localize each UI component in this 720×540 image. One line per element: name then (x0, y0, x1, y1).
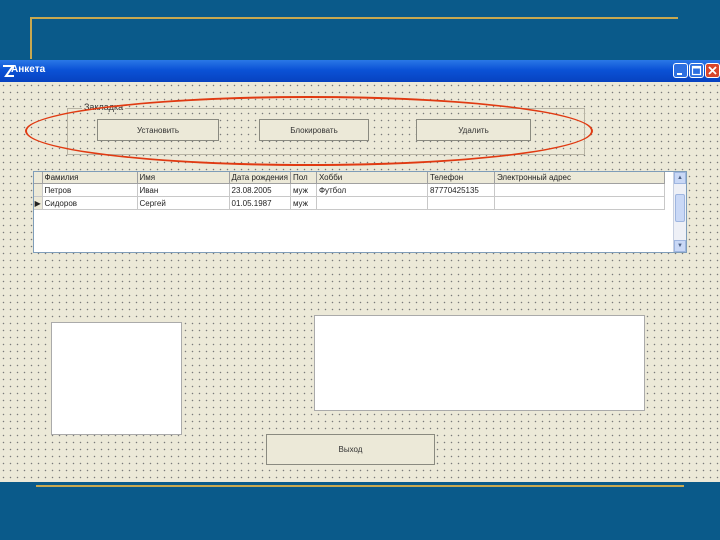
close-icon (708, 66, 717, 75)
table-row[interactable]: ▶ Сидоров Сергей 01.05.1987 муж (34, 196, 665, 210)
column-header[interactable]: Хобби (316, 172, 428, 184)
maximize-icon (691, 65, 702, 76)
exit-button[interactable]: Выход (266, 434, 435, 465)
grid-header-row: Фамилия Имя Дата рождения Пол Хобби Теле… (34, 172, 665, 184)
table-cell[interactable]: Сидоров (42, 196, 138, 210)
form-client-area: Закладка Установить Блокировать Удалить … (0, 82, 720, 482)
photo-panel (51, 322, 182, 435)
table-cell[interactable]: 23.08.2005 (229, 183, 291, 197)
grid-table: Фамилия Имя Дата рождения Пол Хобби Теле… (34, 172, 665, 210)
slide-top-line (30, 17, 678, 19)
current-row-indicator[interactable]: ▶ (34, 196, 43, 210)
scroll-up-arrow-icon[interactable]: ▲ (674, 172, 686, 184)
window-title: Анкета (11, 64, 46, 75)
scrollbar-thumb[interactable] (675, 194, 685, 222)
scroll-down-arrow-icon[interactable]: ▼ (674, 240, 686, 252)
close-button[interactable] (705, 63, 720, 78)
grid-vertical-scrollbar[interactable]: ▲ ▼ (673, 172, 686, 252)
column-header[interactable]: Пол (290, 172, 317, 184)
table-cell[interactable]: муж (290, 183, 317, 197)
column-header[interactable]: Фамилия (42, 172, 138, 184)
data-grid[interactable]: Фамилия Имя Дата рождения Пол Хобби Теле… (33, 171, 687, 253)
table-cell[interactable]: Сергей (137, 196, 230, 210)
table-cell[interactable]: Иван (137, 183, 230, 197)
table-cell[interactable]: Петров (42, 183, 138, 197)
title-bar: Анкета (0, 60, 720, 82)
info-text-panel[interactable] (314, 315, 645, 411)
slide-bottom-line (36, 485, 684, 487)
table-cell[interactable] (494, 183, 665, 197)
row-indicator[interactable] (34, 183, 43, 197)
table-cell[interactable]: 01.05.1987 (229, 196, 291, 210)
header-indicator-cell (34, 172, 43, 184)
app-window: Анкета Закладка Установить Блокировать У… (0, 60, 720, 482)
maximize-button[interactable] (689, 63, 704, 78)
table-cell[interactable]: муж (290, 196, 317, 210)
column-header[interactable]: Телефон (427, 172, 495, 184)
table-cell[interactable] (316, 196, 428, 210)
minimize-icon (677, 73, 682, 75)
column-header[interactable]: Имя (137, 172, 230, 184)
table-cell[interactable]: Футбол (316, 183, 428, 197)
column-header[interactable]: Электронный адрес (494, 172, 665, 184)
slide-left-line (30, 17, 32, 59)
table-cell[interactable] (494, 196, 665, 210)
column-header[interactable]: Дата рождения (229, 172, 291, 184)
table-cell[interactable]: 87770425135 (427, 183, 495, 197)
highlight-ellipse (25, 96, 593, 166)
minimize-button[interactable] (673, 63, 688, 78)
table-cell[interactable] (427, 196, 495, 210)
table-row[interactable]: Петров Иван 23.08.2005 муж Футбол 877704… (34, 183, 665, 197)
